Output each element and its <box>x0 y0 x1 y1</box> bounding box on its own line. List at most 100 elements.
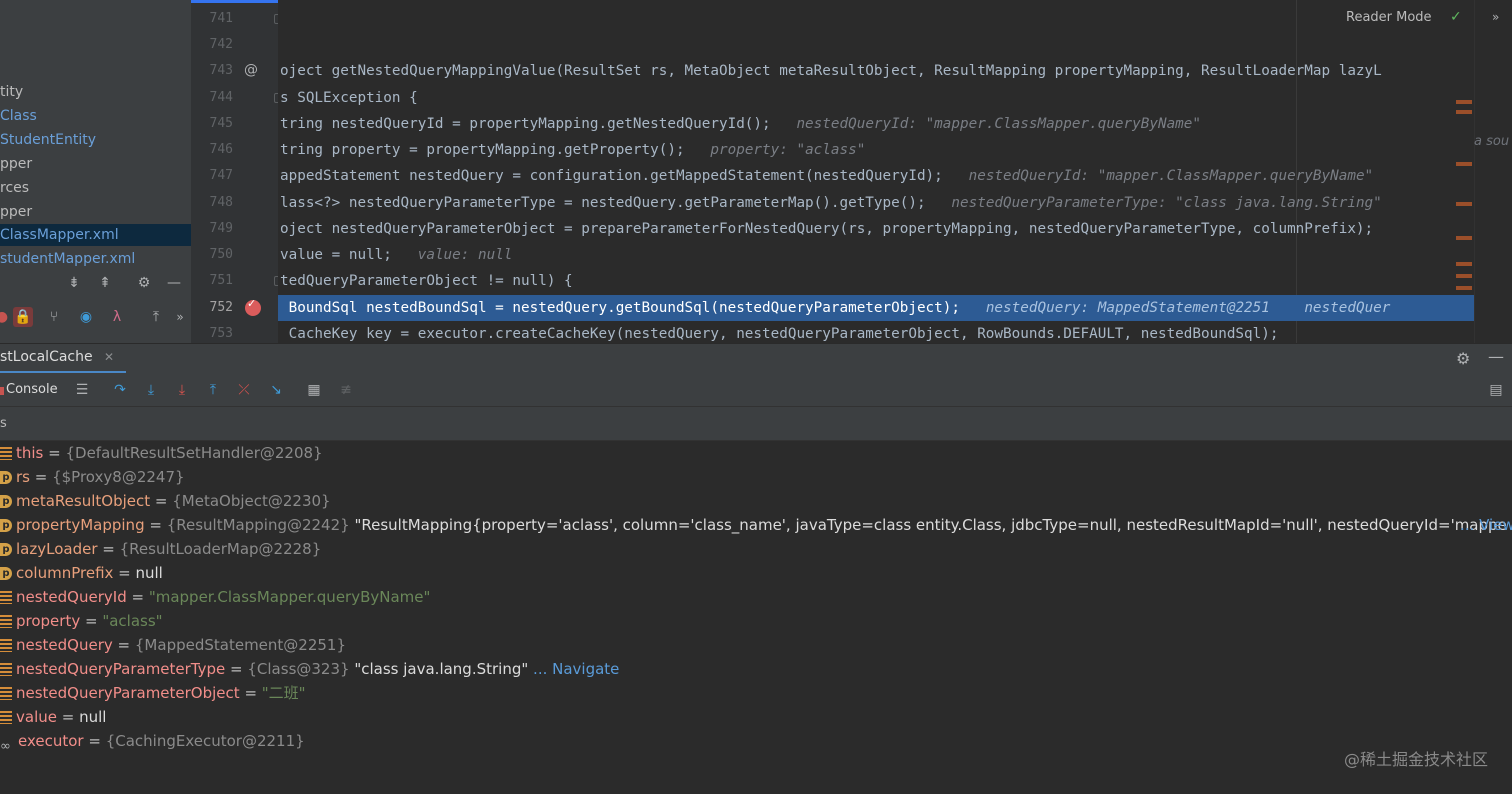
error-stripe[interactable] <box>1456 96 1474 296</box>
variable-row[interactable]: p metaResultObject = {MetaObject@2230} <box>0 489 331 513</box>
stripe-mark[interactable] <box>1456 262 1472 266</box>
variable-value: null <box>135 564 163 582</box>
inline-debug-value: nestedQueryParameterType: "class java.la… <box>951 195 1382 211</box>
variable-row[interactable]: p lazyLoader = {ResultLoaderMap@2228} <box>0 537 321 561</box>
variable-name: metaResultObject <box>16 492 151 510</box>
code-line-747: appedStatement nestedQuery = configurati… <box>280 163 1373 189</box>
line-number: 742 <box>209 37 233 52</box>
variable-row[interactable]: value = null <box>0 705 106 729</box>
variable-value: "ResultMapping{property='aclass', column… <box>354 516 1507 534</box>
stripe-mark[interactable] <box>1456 100 1472 104</box>
git-branch-icon[interactable]: ⑂ <box>44 307 64 327</box>
variables-list[interactable]: this = {DefaultResultSetHandler@2208} pr… <box>0 441 1512 794</box>
variable-row[interactable]: property = "aclass" <box>0 609 163 633</box>
field-icon <box>0 639 12 652</box>
gear-icon[interactable]: ⚙ <box>1456 349 1470 368</box>
variable-type: {DefaultResultSetHandler@2208} <box>65 444 323 462</box>
trace-icon[interactable]: ≢ <box>336 380 356 400</box>
console-tab[interactable]: Console <box>6 382 58 397</box>
tree-item[interactable]: StudentEntity <box>0 129 96 151</box>
variable-row[interactable]: nestedQueryParameterObject = "二班" <box>0 681 306 705</box>
code-line-744: s SQLException { <box>280 85 418 111</box>
close-icon[interactable]: ✕ <box>104 350 114 364</box>
code-fragment: oject getNestedQueryMappingValue(ResultS… <box>280 63 1382 79</box>
variable-row[interactable]: p rs = {$Proxy8@2247} <box>0 465 185 489</box>
project-panel: tity Class StudentEntity pper rces pper … <box>0 0 191 343</box>
variable-name: nestedQuery <box>16 636 113 654</box>
console-status-icon <box>0 387 4 395</box>
lock-icon[interactable]: 🔒 <box>13 307 33 327</box>
gear-icon[interactable]: ⚙ <box>134 273 154 293</box>
evaluate-expression-icon[interactable]: ▦ <box>304 380 324 400</box>
override-at-icon[interactable]: @ <box>244 62 258 78</box>
stripe-mark[interactable] <box>1456 110 1472 114</box>
step-into-icon[interactable]: ⤓ <box>141 380 161 400</box>
stripe-mark[interactable] <box>1456 274 1472 278</box>
parameter-icon: p <box>0 471 12 484</box>
line-number: 741 <box>209 11 233 26</box>
code-fragment: lass<?> nestedQueryParameterType = neste… <box>280 195 926 211</box>
tree-item-selected[interactable]: ClassMapper.xml <box>0 224 191 246</box>
run-to-cursor-icon[interactable]: ↘ <box>266 380 286 400</box>
right-tool-strip <box>1474 0 1512 343</box>
line-number: 750 <box>209 247 233 262</box>
layout-icon[interactable]: ▤ <box>1486 380 1506 400</box>
step-over-icon[interactable]: ↷ <box>110 380 130 400</box>
stripe-mark[interactable] <box>1456 162 1472 166</box>
stripe-mark[interactable] <box>1456 286 1472 290</box>
drop-frame-icon[interactable]: ⤫ <box>234 380 254 400</box>
variable-value: null <box>79 708 107 726</box>
tree-item[interactable]: Class <box>0 105 37 127</box>
tree-item[interactable]: rces <box>0 177 29 199</box>
lambda-icon[interactable]: λ <box>107 307 127 327</box>
code-editor[interactable]: oject getNestedQueryMappingValue(ResultS… <box>278 0 1474 343</box>
code-fragment: oject nestedQueryParameterObject = prepa… <box>280 221 1374 237</box>
more-chevron-icon[interactable]: » <box>1492 10 1499 24</box>
variable-row[interactable]: nestedQuery = {MappedStatement@2251} <box>0 633 346 657</box>
breakpoint-check-icon: ✓ <box>247 297 257 310</box>
stripe-mark[interactable] <box>1456 202 1472 206</box>
variable-value: "二班" <box>261 684 306 702</box>
circle-icon[interactable]: ◉ <box>76 307 96 327</box>
menu-icon[interactable]: ☰ <box>72 380 92 400</box>
variable-row[interactable]: p propertyMapping = {ResultMapping@2242} … <box>0 513 1507 537</box>
tree-item[interactable]: tity <box>0 81 23 103</box>
tree-item[interactable]: studentMapper.xml <box>0 248 135 270</box>
more-chevron-icon[interactable]: » <box>170 307 190 327</box>
force-step-into-icon[interactable]: ⤓ <box>172 380 192 400</box>
line-number: 744 <box>209 90 233 105</box>
variable-name: nestedQueryParameterType <box>16 660 226 678</box>
variable-type: {ResultMapping@2242} <box>166 516 350 534</box>
variable-type: {$Proxy8@2247} <box>52 468 185 486</box>
inspection-ok-icon[interactable]: ✓ <box>1450 9 1462 25</box>
tree-item[interactable]: pper <box>0 201 32 223</box>
stripe-mark[interactable] <box>1456 236 1472 240</box>
variable-name: nestedQueryParameterObject <box>16 684 240 702</box>
expand-all-icon[interactable]: ⇟ <box>64 273 84 293</box>
reader-mode-button[interactable]: Reader Mode <box>1346 10 1432 25</box>
variable-row[interactable]: p columnPrefix = null <box>0 561 163 585</box>
variable-value: "aclass" <box>102 612 163 630</box>
view-link[interactable]: ... View <box>1460 516 1512 534</box>
parameter-icon: p <box>0 519 12 532</box>
inline-debug-value: property: "aclass" <box>710 142 866 158</box>
code-line-750: value = null; value: null <box>280 242 512 268</box>
debug-session-tab[interactable]: stLocalCache ✕ <box>0 344 126 374</box>
step-out-icon[interactable]: ⤒ <box>203 380 223 400</box>
inline-debug-value: nestedQuery: MappedStatement@2251 <box>985 300 1270 316</box>
stop-icon[interactable]: ● <box>0 307 12 327</box>
code-line-752: BoundSql nestedBoundSql = nestedQuery.ge… <box>280 295 1391 321</box>
variable-row[interactable]: nestedQueryParameterType = {Class@323} "… <box>0 657 619 681</box>
tree-item[interactable]: pper <box>0 153 32 175</box>
minimize-icon[interactable]: — <box>1488 347 1504 366</box>
code-fragment: CacheKey key = executor.createCacheKey(n… <box>280 326 1279 342</box>
variable-row[interactable]: ∞ executor = {CachingExecutor@2211} <box>0 729 305 754</box>
minimize-icon[interactable]: — <box>164 273 184 293</box>
inline-debug-value: nestedQueryId: "mapper.ClassMapper.query… <box>796 116 1202 132</box>
collapse-all-icon[interactable]: ⇞ <box>95 273 115 293</box>
navigate-link[interactable]: ... Navigate <box>533 660 619 678</box>
push-icon[interactable]: ⤒ <box>146 307 166 327</box>
variable-row[interactable]: nestedQueryId = "mapper.ClassMapper.quer… <box>0 585 430 609</box>
watch-glasses-icon: ∞ <box>0 739 11 754</box>
variable-row[interactable]: this = {DefaultResultSetHandler@2208} <box>0 441 323 465</box>
